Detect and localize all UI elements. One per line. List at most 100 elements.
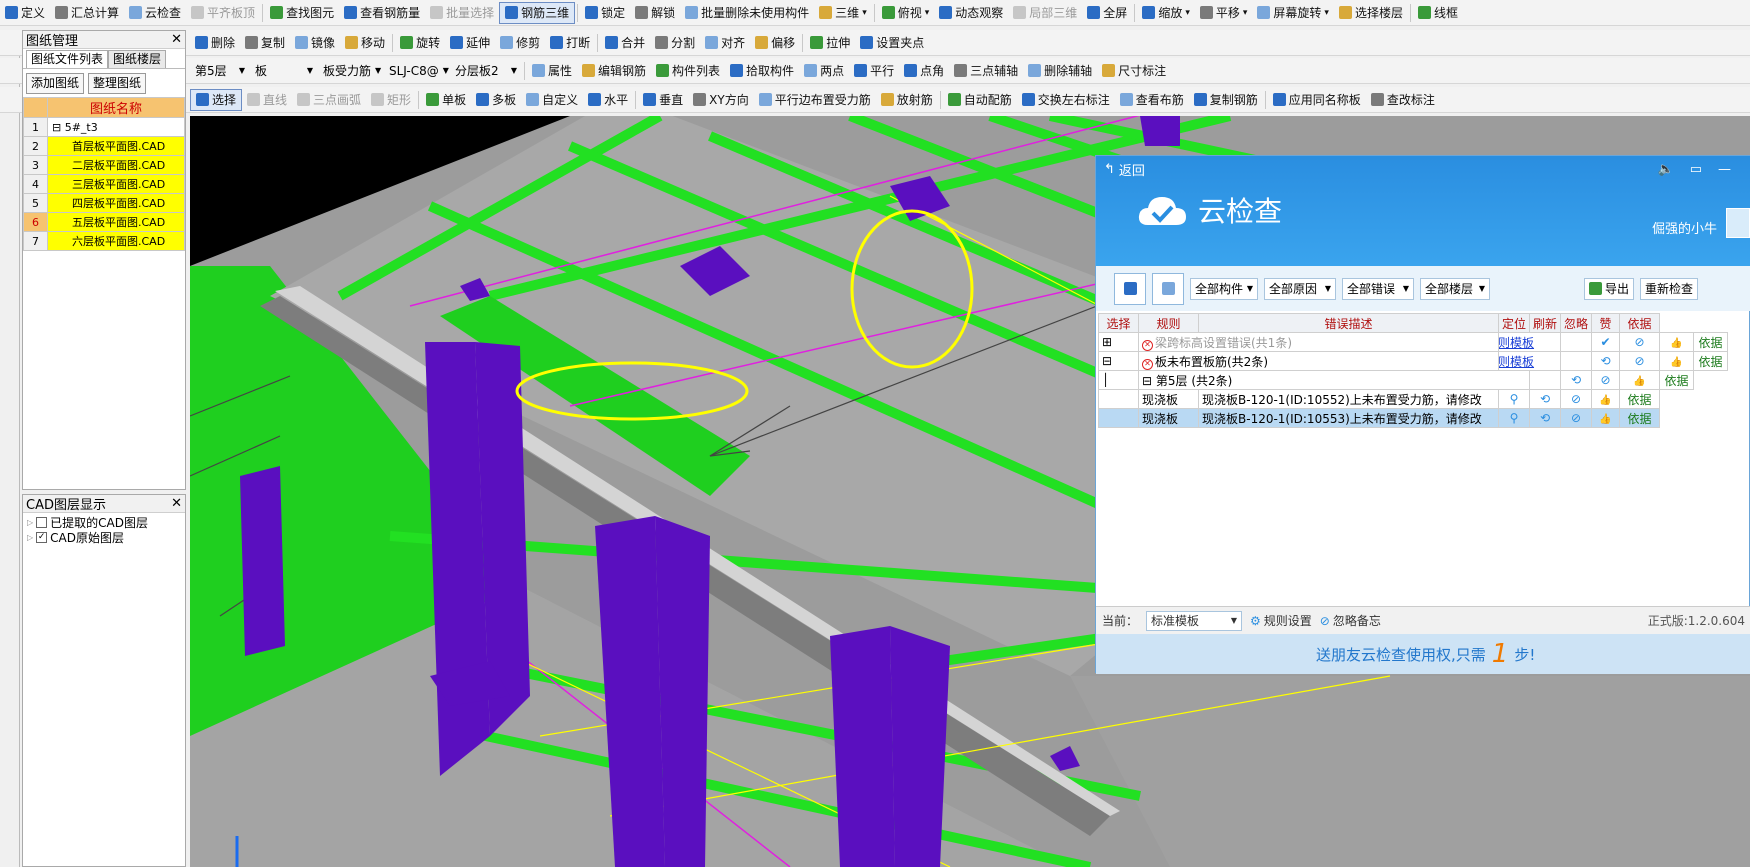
tab-drawing-list[interactable]: 图纸文件列表	[26, 50, 109, 68]
filter-select-2[interactable]: 全部错误 ▼	[1342, 277, 1414, 300]
toolbar-button-point-angle[interactable]: 点角	[899, 60, 949, 82]
toolbar-button-multi-slab[interactable]: 多板	[471, 89, 521, 111]
toolbar-button-batch-select[interactable]: 批量选择	[425, 2, 499, 24]
edit-rule-template-link[interactable]: 修改规则模板	[1497, 351, 1562, 371]
toolbar-button-zoom[interactable]: 缩放 ▾	[1137, 2, 1195, 24]
toolbar-button-copy[interactable]: 复制	[240, 32, 290, 54]
table-row[interactable]: 3 二层板平面图.CAD	[23, 155, 185, 175]
select-cell[interactable]: ⊞	[1098, 332, 1139, 352]
chat-icon[interactable]: ▭	[1690, 162, 1702, 177]
ignore-icon[interactable]: ⊘	[1635, 354, 1645, 368]
locate-cell[interactable]: ⚲	[1497, 408, 1531, 428]
refresh-cell[interactable]: ⟲	[1529, 389, 1562, 409]
selector-2[interactable]: 板受力筋 ▼	[320, 61, 382, 81]
basis-link[interactable]: 依据	[1693, 351, 1728, 371]
check-icon[interactable]: ✔	[1601, 335, 1611, 349]
toolbar-button-property[interactable]: 属性	[527, 60, 577, 82]
toolbar-button-pick-component[interactable]: 拾取构件	[725, 60, 799, 82]
toolbar-button-line[interactable]: 直线	[242, 89, 292, 111]
toolbar-button-horizontal[interactable]: 水平	[583, 89, 633, 111]
select-cell[interactable]: │	[1098, 370, 1139, 390]
template-select[interactable]: 标准模板 ▼	[1146, 610, 1243, 631]
toolbar-button-copy-rebar[interactable]: 复制钢筋	[1189, 89, 1263, 111]
expand-arrow-icon[interactable]: ▷	[27, 518, 33, 527]
toolbar-button-local-3d[interactable]: 局部三维	[1008, 2, 1082, 24]
refresh-cell[interactable]: ⟲	[1529, 408, 1562, 428]
minimize-icon[interactable]: —	[1718, 162, 1731, 177]
table-row[interactable]: 2 首层板平面图.CAD	[23, 136, 185, 156]
thumbs-up-icon[interactable]: 👍	[1599, 395, 1611, 406]
panel-close-icon[interactable]: ✕	[171, 32, 182, 47]
toolbar-button-parallel-edge[interactable]: 平行边布置受力筋	[754, 89, 876, 111]
ignore-cell[interactable]: ⊘	[1560, 389, 1593, 409]
toolbar-button-delete[interactable]: 删除	[190, 32, 240, 54]
avatar[interactable]	[1726, 208, 1750, 238]
filter-select-1[interactable]: 全部原因 ▼	[1264, 277, 1336, 300]
error-row[interactable]: │ ⊟ 第5层 (共2条) ⟲ ⊘ 👍 依据	[1098, 370, 1728, 390]
table-row[interactable]: 4 三层板平面图.CAD	[23, 174, 185, 194]
like-cell[interactable]: 👍	[1659, 351, 1695, 371]
toolbar-button-swap-label[interactable]: 交换左右标注	[1017, 89, 1115, 111]
ignore-icon[interactable]: ⊘	[1571, 392, 1581, 406]
refresh-icon[interactable]: ⟲	[1571, 373, 1581, 387]
ignore-cell[interactable]: ⊘	[1560, 408, 1593, 428]
toolbar-button-single-slab[interactable]: 单板	[421, 89, 471, 111]
toolbar-button-cloud-check[interactable]: 云检查	[124, 2, 186, 24]
toolbar-button-select[interactable]: 选择	[190, 88, 243, 111]
toolbar-button-select-floor[interactable]: 选择楼层	[1334, 2, 1408, 24]
selector-1[interactable]: 板 ▼	[252, 61, 316, 81]
ignore-icon[interactable]: ⊘	[1601, 373, 1611, 387]
toolbar-button-orbit[interactable]: 动态观察	[934, 2, 1008, 24]
tree-view-tab[interactable]	[1152, 272, 1184, 305]
add-drawing-button[interactable]: 添加图纸	[26, 72, 85, 94]
filter-select-0[interactable]: 全部构件 ▼	[1190, 277, 1258, 300]
select-cell[interactable]	[1098, 408, 1139, 428]
toolbar-button-rect[interactable]: 矩形	[366, 89, 416, 111]
toolbar-button-rotate-screen[interactable]: 屏幕旋转 ▾	[1252, 2, 1334, 24]
selector-3[interactable]: SLJ-C8@ ▼	[386, 61, 449, 81]
expand-toggle-icon[interactable]: ⊞	[1102, 335, 1112, 349]
toolbar-button-arc[interactable]: 三点画弧	[292, 89, 366, 111]
select-cell[interactable]: ⊟	[1098, 351, 1139, 371]
thumbs-up-icon[interactable]: 👍	[1599, 414, 1611, 425]
toolbar-button-pan[interactable]: 平移 ▾	[1195, 2, 1253, 24]
toolbar-button-two-point[interactable]: 两点	[799, 60, 849, 82]
locate-cell[interactable]	[1529, 370, 1562, 390]
ignore-icon[interactable]: ⊘	[1635, 335, 1645, 349]
basis-link[interactable]: 依据	[1659, 370, 1695, 390]
refresh-icon[interactable]: ⟲	[1540, 411, 1550, 425]
toolbar-button-check-label[interactable]: 查改标注	[1366, 89, 1440, 111]
layer-item[interactable]: ▷ ✓ CAD原始图层	[27, 530, 181, 545]
toolbar-button-custom[interactable]: 自定义	[521, 89, 583, 111]
locate-cell[interactable]	[1560, 351, 1593, 371]
layer-checkbox[interactable]: ✓	[36, 532, 48, 543]
toolbar-button-zoom-all[interactable]: 全屏	[1082, 2, 1132, 24]
refresh-cell[interactable]: ✔	[1591, 332, 1621, 352]
recheck-button[interactable]: 重新检查	[1640, 277, 1699, 300]
thumbs-up-icon[interactable]: 👍	[1670, 357, 1682, 368]
toolbar-button-sigma[interactable]: 汇总计算	[50, 2, 124, 24]
toolbar-button-xy-direction[interactable]: XY方向	[688, 89, 754, 111]
link-text[interactable]: 修改规则模板	[1500, 355, 1535, 369]
collapse-icon[interactable]: ⊟	[1142, 374, 1156, 388]
tab-drawing-floor[interactable]: 图纸楼层	[108, 50, 167, 68]
toolbar-button-mirror[interactable]: 镜像	[290, 32, 340, 54]
table-row[interactable]: 1 ⊟ 5#_t3	[23, 117, 185, 137]
error-row[interactable]: ⊞✕梁跨标高设置错误(共1条)修改规则模板✔⊘👍依据	[1098, 332, 1728, 352]
collapse-icon[interactable]: ⊟	[52, 121, 65, 134]
link-text[interactable]: 修改规则模板	[1500, 336, 1535, 350]
toolbar-button-merge[interactable]: 合并	[600, 32, 650, 54]
refresh-icon[interactable]: ⟲	[1540, 392, 1550, 406]
toolbar-button-radial[interactable]: 放射筋	[876, 89, 938, 111]
toolbar-button-align-top[interactable]: 平齐板顶	[186, 2, 260, 24]
edit-rule-template-link[interactable]: 修改规则模板	[1497, 332, 1562, 352]
toolbar-button-edit-rebar[interactable]: 编辑钢筋	[577, 60, 651, 82]
toolbar-button-binocular[interactable]: 查找图元	[265, 2, 339, 24]
filter-select-3[interactable]: 全部楼层 ▼	[1420, 277, 1490, 300]
layer-close-icon[interactable]: ✕	[171, 496, 182, 511]
sound-icon[interactable]: 🔈	[1658, 162, 1674, 177]
selector-0[interactable]: 第5层 ▼	[192, 61, 248, 81]
ignore-cell[interactable]: ⊘	[1619, 351, 1661, 371]
toolbar-button-view-layout[interactable]: 查看布筋	[1115, 89, 1189, 111]
locate-cell[interactable]	[1560, 332, 1593, 352]
